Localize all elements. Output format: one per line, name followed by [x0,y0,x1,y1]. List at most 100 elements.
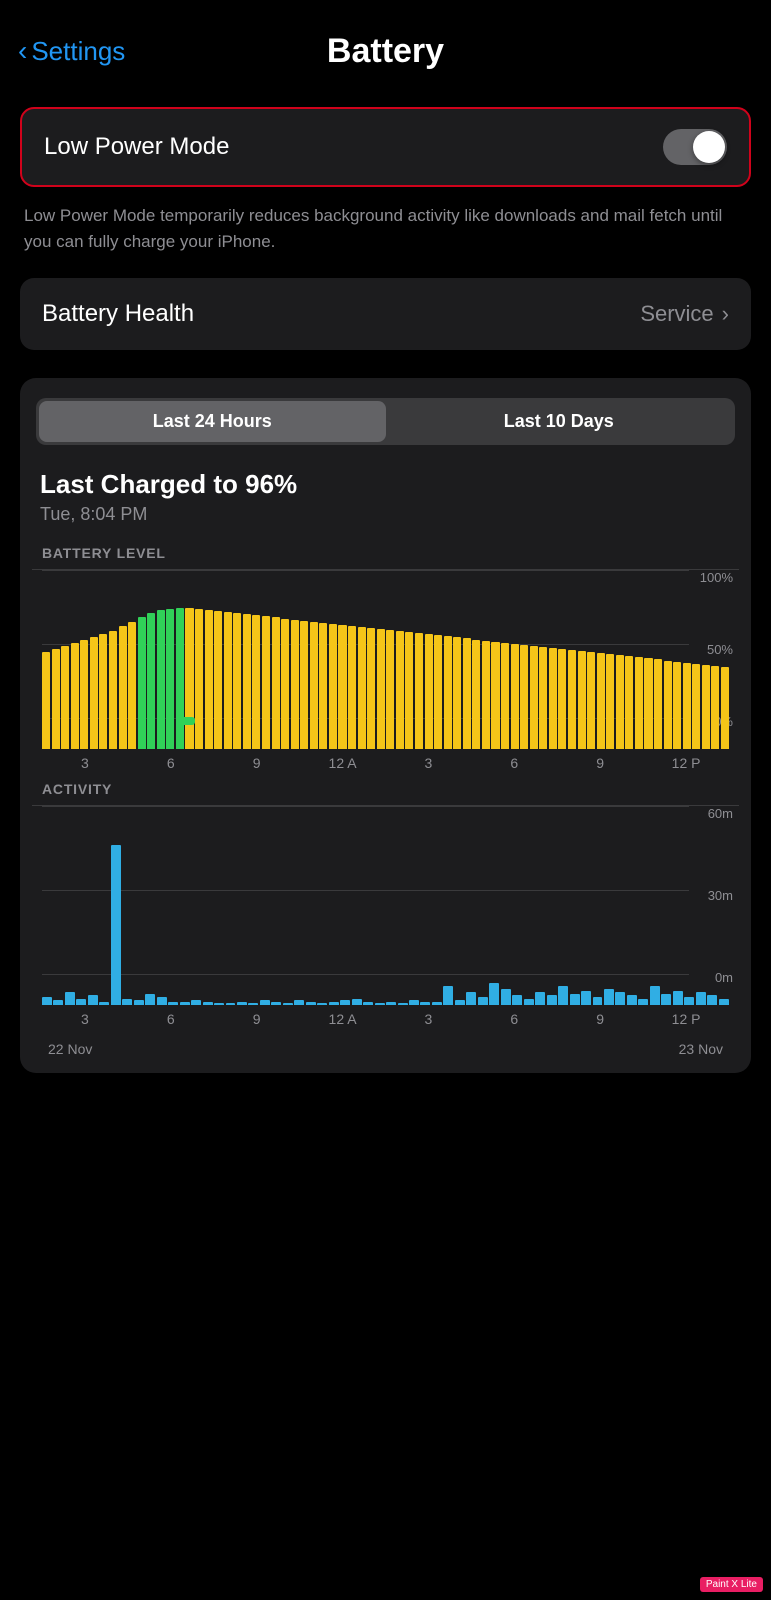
battery-bar [415,633,423,749]
battery-level-chart: 100% 50% 0% [32,569,739,749]
activity-bar [627,995,637,1005]
battery-health-right: Service › [640,301,729,327]
activity-bar [145,994,155,1005]
activity-bar [386,1002,396,1005]
y-label-60m: 60m [708,806,733,821]
activity-bar [581,991,591,1005]
battery-x-axis: 3 6 9 12 A 3 6 9 12 P [32,749,739,781]
activity-bar [719,999,729,1005]
charged-info: Last Charged to 96% Tue, 8:04 PM [20,465,751,545]
tab-last-10-days[interactable]: Last 10 Days [386,401,733,442]
activity-bar [122,999,132,1005]
battery-bar [386,630,394,749]
battery-bars [42,599,729,749]
activity-bar [375,1003,385,1005]
x-label-6pm: 6 [471,755,557,771]
low-power-mode-toggle[interactable] [663,129,727,165]
act-x-9p: 9 [557,1011,643,1027]
battery-bar [147,613,155,750]
battery-bar [185,608,193,749]
activity-bar [260,1000,270,1005]
header: ‹ Settings Battery [0,0,771,91]
charged-title: Last Charged to 96% [40,469,731,500]
act-x-6p: 6 [471,1011,557,1027]
activity-bar [248,1003,258,1005]
tab-last-24-hours[interactable]: Last 24 Hours [39,401,386,442]
activity-bar [501,989,511,1005]
grid-line-100 [42,570,689,571]
low-power-mode-description: Low Power Mode temporarily reduces backg… [20,203,751,254]
battery-bar [329,624,337,749]
act-x-12p: 12 P [643,1011,729,1027]
battery-bar [482,641,490,749]
toggle-knob [693,131,725,163]
battery-bar [272,617,280,749]
activity-label: ACTIVITY [32,781,739,797]
battery-bar [99,634,107,750]
battery-bar [654,659,662,749]
activity-bar [191,1000,201,1005]
battery-health-label: Battery Health [42,300,194,328]
battery-bar [721,667,729,749]
battery-bar [262,616,270,749]
back-label: Settings [31,36,125,67]
battery-bar [635,657,643,749]
battery-bar [138,617,146,749]
battery-bar [625,656,633,749]
activity-bar [593,997,603,1005]
battery-bar [530,646,538,749]
low-power-mode-section: Low Power Mode [20,107,751,187]
act-x-6: 6 [128,1011,214,1027]
battery-bar [291,620,299,749]
activity-bar [684,997,694,1005]
y-label-100: 100% [700,570,733,585]
battery-bar [664,661,672,750]
battery-level-label: BATTERY LEVEL [32,545,739,561]
battery-bar [491,642,499,749]
low-power-mode-row[interactable]: Low Power Mode [20,107,751,187]
battery-health-status: Service [640,301,713,327]
activity-bar [432,1002,442,1005]
battery-bar [692,664,700,749]
activity-bar [99,1002,109,1005]
activity-bar [134,1000,144,1005]
activity-bar [707,995,717,1005]
activity-bar [478,997,488,1005]
battery-bar [606,654,614,749]
back-chevron-icon: ‹ [18,37,27,65]
activity-bar [650,986,660,1005]
battery-bar [578,651,586,749]
x-label-3pm: 3 [386,755,472,771]
activity-bar [615,992,625,1005]
activity-bar [570,994,580,1005]
activity-bar [604,989,614,1005]
battery-health-row[interactable]: Battery Health Service › [20,278,751,350]
battery-bar [80,640,88,750]
battery-bar [549,648,557,749]
low-power-mode-label: Low Power Mode [44,133,229,161]
back-button[interactable]: ‹ Settings [18,36,125,67]
x-label-3am: 3 [42,755,128,771]
battery-bar [683,663,691,749]
battery-bar [463,638,471,749]
battery-bar [300,621,308,749]
activity-bar [111,845,121,1005]
battery-bar [367,628,375,749]
activity-bar [329,1002,339,1005]
act-x-3: 3 [42,1011,128,1027]
activity-bar [203,1002,213,1005]
tab-selector[interactable]: Last 24 Hours Last 10 Days [36,398,735,445]
activity-bar [420,1002,430,1005]
battery-bar [233,613,241,749]
chart-card: Last 24 Hours Last 10 Days Last Charged … [20,378,751,1073]
activity-bar [696,992,706,1005]
battery-bar [319,623,327,749]
activity-bar [168,1002,178,1005]
battery-bar [157,610,165,750]
battery-bar [166,609,174,749]
activity-bar [65,992,75,1005]
battery-bar [558,649,566,749]
act-grid-60 [42,806,689,807]
battery-bar [539,647,547,749]
battery-bar [224,612,232,749]
